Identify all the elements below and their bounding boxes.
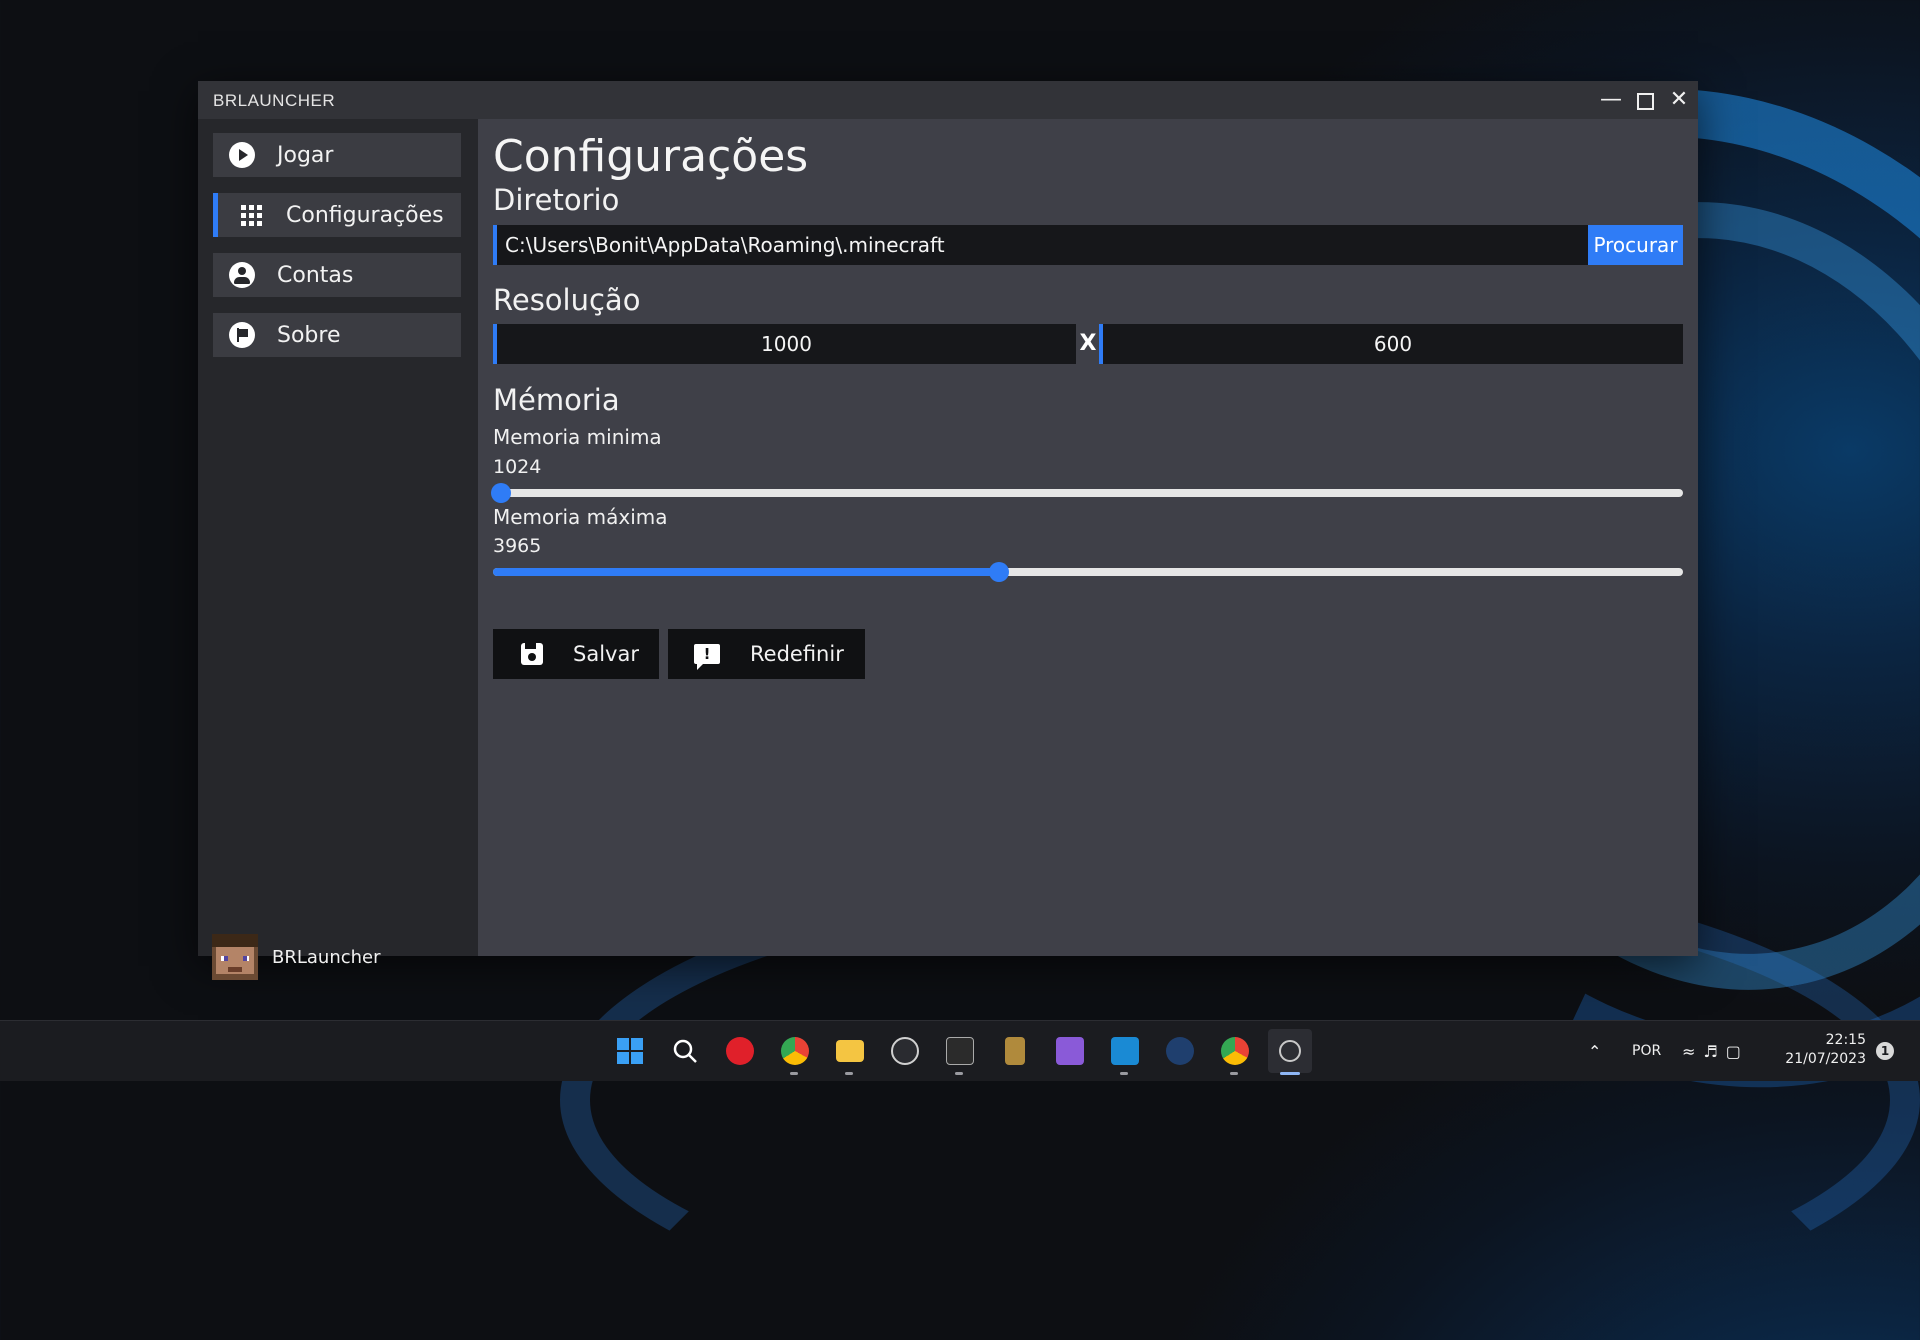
system-tray-icons[interactable]: ≈♬▢	[1682, 1021, 1749, 1081]
show-hidden-icons-icon[interactable]: ⌃	[1588, 1021, 1601, 1081]
epic-games-icon[interactable]	[938, 1029, 982, 1075]
title-bar[interactable]: BRLAUNCHER — ✕	[198, 81, 1698, 119]
obs-icon[interactable]	[883, 1029, 927, 1073]
taskbar: ⌃ POR ≈♬▢ 22:15 21/07/2023 1	[0, 1020, 1920, 1081]
reset-button[interactable]: ! Redefinir	[668, 629, 865, 679]
visual-studio-icon[interactable]	[1048, 1029, 1092, 1073]
max-memory-value: 3965	[493, 535, 542, 557]
chrome-canary-icon[interactable]	[1213, 1029, 1257, 1075]
clock[interactable]: 22:15 21/07/2023	[1770, 1031, 1866, 1069]
language-indicator[interactable]: POR	[1632, 1021, 1661, 1081]
steam-icon[interactable]	[1158, 1029, 1202, 1073]
anydesk-icon[interactable]	[718, 1029, 762, 1073]
min-memory-slider[interactable]	[491, 483, 1683, 503]
window-title: BRLAUNCHER	[213, 91, 336, 110]
sidebar-item-label: Configurações	[286, 202, 444, 228]
reset-button-label: Redefinir	[750, 642, 844, 666]
user-profile[interactable]: BRLauncher	[212, 934, 381, 980]
min-memory-label: Memoria minima	[493, 425, 662, 449]
min-memory-value: 1024	[493, 456, 542, 478]
avatar	[212, 934, 258, 980]
brlauncher-icon[interactable]	[1268, 1029, 1312, 1075]
resolution-separator: X	[1079, 331, 1097, 356]
max-memory-label: Memoria máxima	[493, 505, 668, 529]
sidebar-item-contas[interactable]: Contas	[213, 253, 461, 297]
clock-time: 22:15	[1825, 1032, 1866, 1048]
clock-date: 21/07/2023	[1785, 1051, 1866, 1067]
account-circle-icon	[229, 262, 255, 288]
max-memory-slider[interactable]	[493, 562, 1683, 582]
minimize-icon[interactable]: —	[1596, 85, 1626, 115]
directory-input[interactable]: C:\Users\Bonit\AppData\Roaming\.minecraf…	[493, 225, 1588, 265]
resolution-width-input[interactable]: 1000	[493, 324, 1076, 364]
file-explorer-icon[interactable]	[828, 1029, 872, 1075]
resolution-height-input[interactable]: 600	[1099, 324, 1683, 364]
directory-heading: Diretorio	[493, 183, 620, 217]
resolution-heading: Resolução	[493, 283, 641, 317]
chrome-icon[interactable]	[773, 1029, 817, 1075]
save-button-label: Salvar	[573, 642, 639, 666]
memory-heading: Mémoria	[493, 383, 620, 417]
sidebar-item-sobre[interactable]: Sobre	[213, 313, 461, 357]
feedback-icon: !	[694, 644, 720, 670]
sidebar: Jogar Configurações Contas Sobre BRLaunc…	[198, 119, 478, 980]
close-icon[interactable]: ✕	[1664, 85, 1694, 115]
min-memory-thumb[interactable]	[491, 483, 511, 503]
sidebar-item-configuracoes[interactable]: Configurações	[213, 193, 461, 237]
save-button[interactable]: Salvar	[493, 629, 659, 679]
sidebar-item-label: Jogar	[277, 142, 334, 168]
play-circle-icon	[229, 142, 255, 168]
sidebar-item-label: Sobre	[277, 322, 341, 348]
grid-icon	[238, 202, 264, 228]
launcher-window: BRLAUNCHER — ✕ Jogar Configurações Conta…	[198, 81, 1698, 980]
maximize-icon[interactable]	[1630, 85, 1660, 115]
flag-icon	[229, 322, 255, 348]
sidebar-item-label: Contas	[277, 262, 354, 288]
settings-panel: Configurações Diretorio C:\Users\Bonit\A…	[478, 119, 1698, 956]
page-title: Configurações	[493, 131, 809, 182]
league-of-legends-icon[interactable]	[993, 1029, 1037, 1073]
max-memory-thumb[interactable]	[988, 562, 1009, 582]
search-icon[interactable]	[663, 1029, 707, 1073]
username: BRLauncher	[272, 946, 381, 968]
save-icon	[521, 643, 543, 665]
vscode-icon[interactable]	[1103, 1029, 1147, 1075]
max-memory-fill	[493, 568, 999, 576]
sidebar-item-jogar[interactable]: Jogar	[213, 133, 461, 177]
browse-button[interactable]: Procurar	[1588, 225, 1683, 265]
notification-badge[interactable]: 1	[1876, 1042, 1894, 1060]
windows-start-icon[interactable]	[608, 1029, 652, 1073]
